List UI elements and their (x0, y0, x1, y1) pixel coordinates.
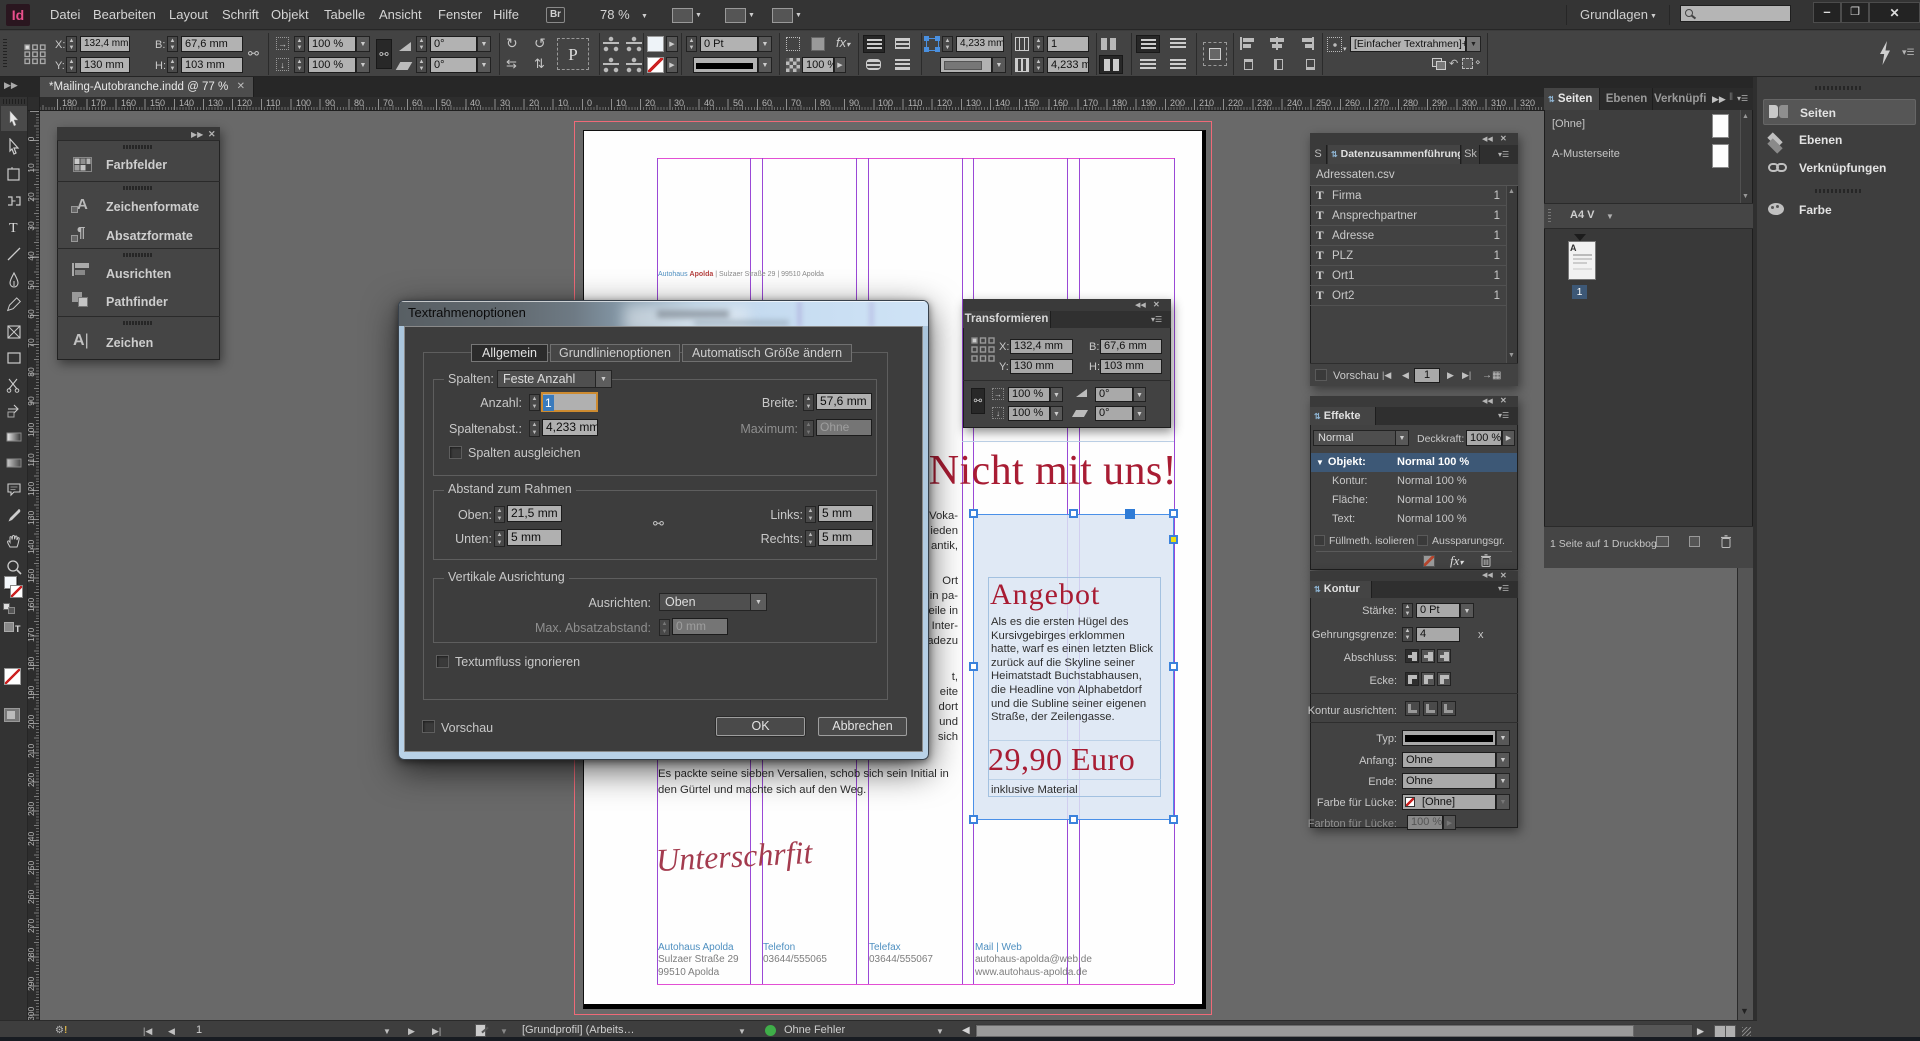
svg-text:T: T (9, 221, 18, 236)
